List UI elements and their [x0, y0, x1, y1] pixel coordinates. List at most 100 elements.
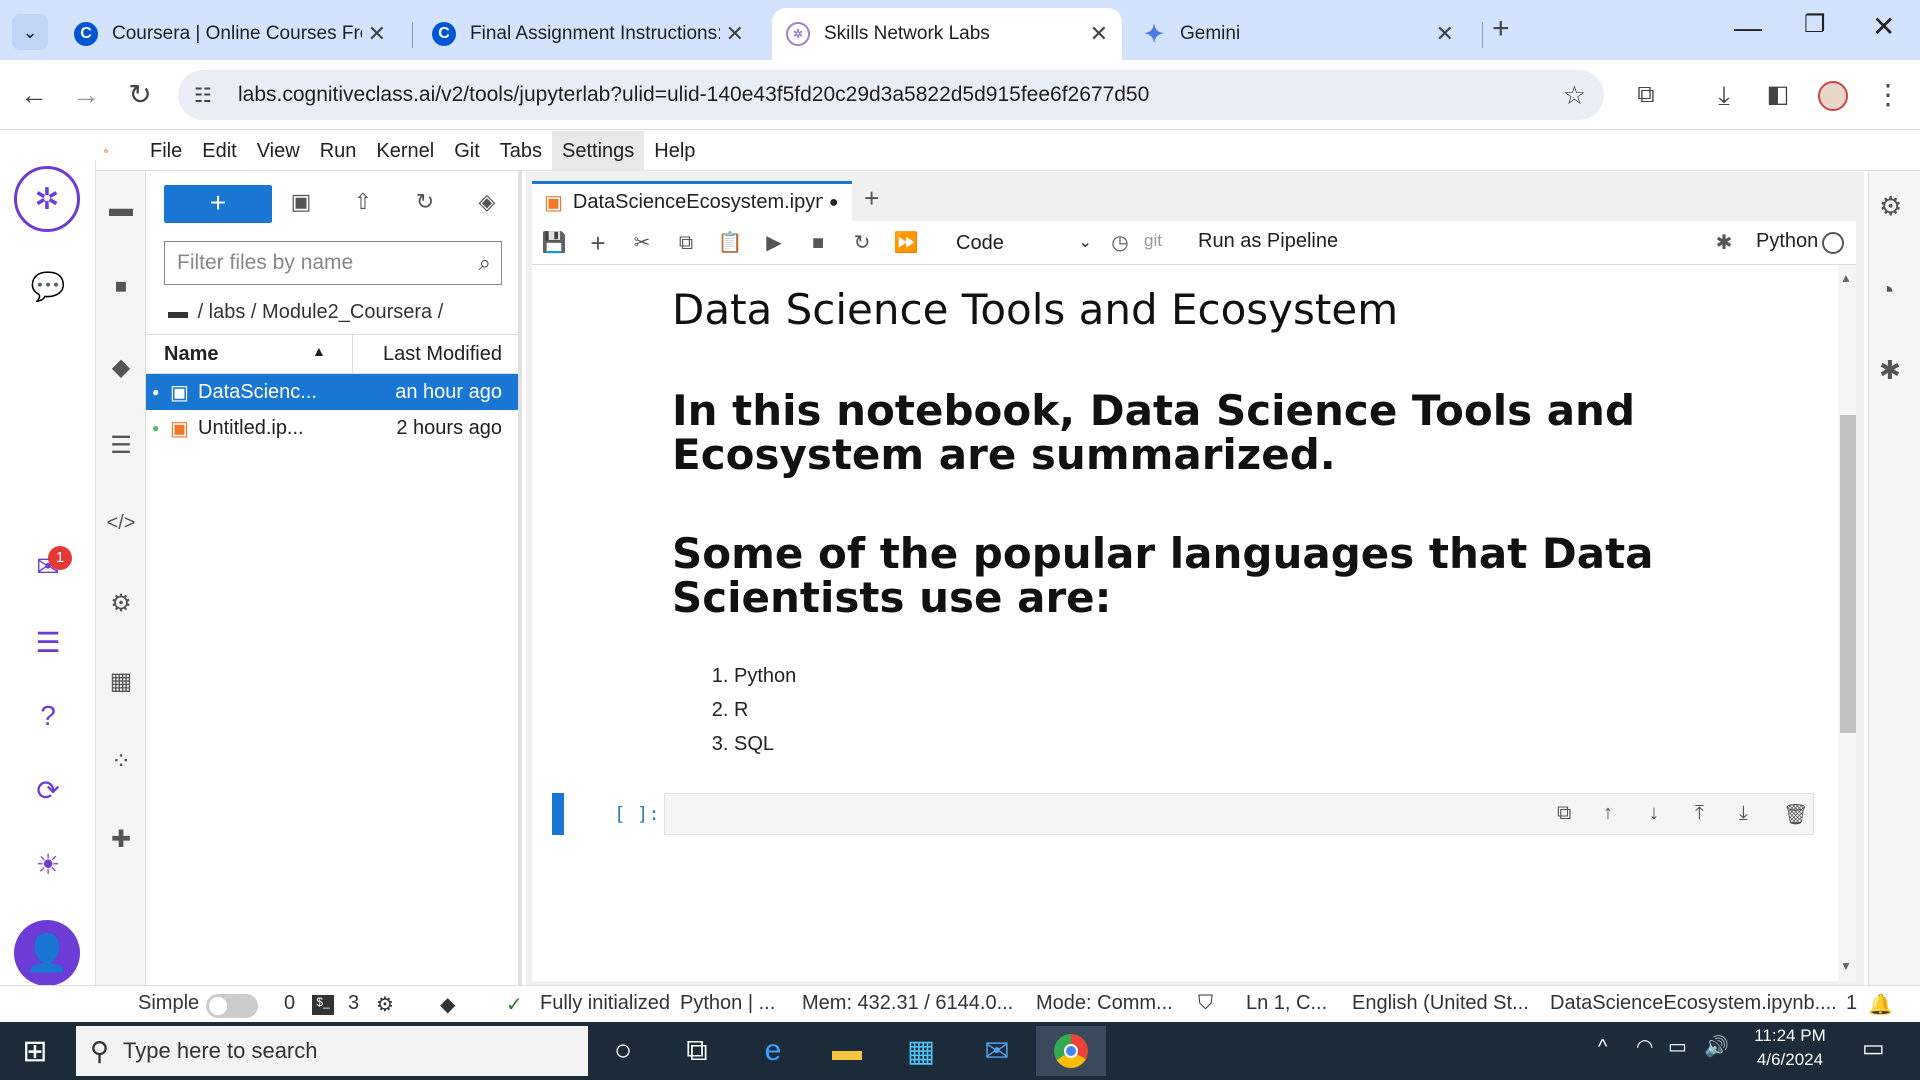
stop-icon[interactable]: ■: [804, 229, 832, 257]
menu-edit[interactable]: Edit: [192, 131, 246, 171]
shield-icon[interactable]: ⛉: [1198, 992, 1213, 1015]
kernels-count[interactable]: 3: [348, 992, 359, 1015]
browser-tab-assignment[interactable]: C Final Assignment Instructions: C ✕: [418, 8, 758, 60]
menu-run[interactable]: Run: [310, 131, 367, 171]
new-launcher-button[interactable]: +: [164, 185, 272, 223]
move-down-icon[interactable]: ↓: [1649, 802, 1659, 825]
modified-column-header[interactable]: Last Modified: [383, 343, 502, 366]
toc-icon[interactable]: ☰: [105, 429, 137, 461]
notebook-tab[interactable]: ▣ DataScienceEcosystem.ipynb ●: [532, 181, 852, 221]
move-up-icon[interactable]: ↑: [1603, 802, 1613, 825]
simple-mode-toggle[interactable]: [206, 994, 258, 1018]
omnibox[interactable]: ☷ labs.cognitiveclass.ai/v2/tools/jupyte…: [178, 70, 1604, 120]
paste-icon[interactable]: 📋: [716, 229, 744, 257]
chat-icon[interactable]: 💬: [28, 266, 68, 306]
site-settings-icon[interactable]: ☷: [178, 83, 228, 108]
reload-button[interactable]: ↻: [122, 77, 158, 113]
git-icon[interactable]: ◆: [105, 351, 137, 383]
user-avatar[interactable]: 👤: [14, 920, 80, 986]
scroll-up-icon[interactable]: ▲: [1840, 271, 1852, 285]
scroll-down-icon[interactable]: ▼: [1840, 959, 1852, 973]
menu-view[interactable]: View: [247, 131, 310, 171]
cell-heading-2b[interactable]: Some of the popular languages that Data …: [672, 532, 1792, 620]
help-icon[interactable]: ?: [28, 696, 68, 736]
save-icon[interactable]: 💾: [540, 229, 568, 257]
menu-tabs[interactable]: Tabs: [490, 131, 552, 171]
volume-icon[interactable]: 🔊: [1704, 1034, 1729, 1059]
duplicate-cell-icon[interactable]: ⧉: [1557, 802, 1571, 825]
star-icon[interactable]: ☆: [1563, 80, 1586, 111]
property-inspector-icon[interactable]: ⚙: [105, 587, 137, 619]
restore-button[interactable]: ❐: [1804, 10, 1826, 39]
resource-usage-icon[interactable]: ◔: [1879, 275, 1895, 306]
unsaved-dot-icon[interactable]: ●: [829, 194, 839, 212]
terminals-count[interactable]: 0: [284, 992, 295, 1015]
browser-menu-icon[interactable]: ⋮: [1870, 77, 1906, 113]
back-button[interactable]: ←: [16, 77, 52, 113]
run-icon[interactable]: ▶: [760, 229, 788, 257]
close-icon[interactable]: ✕: [1436, 21, 1454, 47]
edge-icon[interactable]: e: [738, 1026, 808, 1076]
tab-search-icon[interactable]: ⌄: [12, 14, 48, 50]
scroll-thumb[interactable]: [1840, 415, 1856, 733]
git-clone-icon[interactable]: ◈: [472, 189, 502, 219]
git-status-icon[interactable]: ◆: [440, 992, 455, 1017]
taskbar-search[interactable]: ⚲ Type here to search: [76, 1026, 588, 1076]
upload-icon[interactable]: ⇧: [348, 189, 378, 219]
close-icon[interactable]: ✕: [726, 21, 744, 47]
side-panel-icon[interactable]: ◧: [1760, 77, 1796, 113]
skills-network-logo[interactable]: ✲: [14, 166, 80, 232]
battery-icon[interactable]: ▭: [1668, 1034, 1687, 1059]
insert-cell-icon[interactable]: +: [584, 229, 612, 257]
menu-file[interactable]: File: [140, 131, 192, 171]
file-row[interactable]: ● ▣ Untitled.ip... 2 hours ago: [146, 410, 518, 446]
puzzle-icon[interactable]: ✚: [105, 823, 137, 855]
restart-icon[interactable]: ↻: [848, 229, 876, 257]
menu-settings[interactable]: Settings: [552, 130, 645, 171]
tray-chevron-icon[interactable]: ^: [1598, 1036, 1607, 1059]
menu-kernel[interactable]: Kernel: [366, 131, 444, 171]
minimize-button[interactable]: —: [1734, 12, 1762, 44]
file-explorer-icon[interactable]: ▬: [812, 1026, 882, 1076]
cell-heading-2a[interactable]: In this notebook, Data Science Tools and…: [672, 389, 1792, 477]
profile-avatar[interactable]: [1818, 81, 1848, 111]
browser-tab-skills-network[interactable]: ✲ Skills Network Labs ✕: [772, 8, 1122, 60]
code-icon[interactable]: </>: [105, 507, 137, 539]
store-icon[interactable]: ▦: [886, 1026, 956, 1076]
components-icon[interactable]: ⁘: [105, 745, 137, 777]
new-tab-button[interactable]: +: [1492, 12, 1510, 46]
git-label[interactable]: git: [1144, 231, 1162, 251]
property-inspector-icon[interactable]: ⚙: [1879, 191, 1902, 222]
code-cell-editor[interactable]: ⧉ ↑ ↓ ⤒ ⤓ 🗑: [664, 793, 1814, 835]
run-as-pipeline-button[interactable]: Run as Pipeline: [1198, 230, 1338, 253]
menu-git[interactable]: Git: [444, 131, 490, 171]
cell-type-select[interactable]: Code ⌄: [956, 229, 1092, 257]
notebook-scrollbar[interactable]: ▲ ▼: [1838, 265, 1856, 981]
task-view-icon[interactable]: ⧉: [662, 1026, 732, 1076]
file-row[interactable]: ● ▣ DataScienc... an hour ago: [146, 374, 518, 410]
insert-below-icon[interactable]: ⤓: [1739, 802, 1748, 825]
menu-help[interactable]: Help: [644, 131, 705, 171]
close-icon[interactable]: ✕: [1090, 21, 1108, 47]
name-column-header[interactable]: Name: [164, 343, 218, 366]
debug-icon[interactable]: ✱: [1710, 229, 1738, 257]
copy-icon[interactable]: ⧉: [672, 229, 700, 257]
new-folder-icon[interactable]: ▣: [286, 189, 316, 219]
cell-heading-1[interactable]: Data Science Tools and Ecosystem: [672, 285, 1398, 334]
cut-icon[interactable]: ✂: [628, 229, 656, 257]
refresh-icon[interactable]: ↻: [410, 189, 440, 219]
bell-icon[interactable]: 🔔: [1868, 992, 1893, 1017]
run-all-icon[interactable]: ⏩: [892, 229, 920, 257]
folder-icon[interactable]: ▬: [105, 193, 137, 225]
kernel-status[interactable]: Python | ...: [680, 992, 775, 1015]
download-icon[interactable]: ⤓: [1706, 77, 1742, 113]
clock-icon[interactable]: ◷: [1106, 229, 1134, 257]
insert-above-icon[interactable]: ⤒: [1695, 802, 1704, 825]
close-window-button[interactable]: ✕: [1872, 10, 1895, 43]
browser-tab-gemini[interactable]: ✦ Gemini ✕: [1128, 8, 1468, 60]
close-icon[interactable]: ✕: [368, 21, 386, 47]
chrome-icon[interactable]: [1036, 1026, 1106, 1076]
instructions-icon[interactable]: ☰: [28, 622, 68, 662]
language-status[interactable]: English (United St...: [1352, 992, 1529, 1015]
delete-cell-icon[interactable]: 🗑: [1783, 802, 1808, 827]
